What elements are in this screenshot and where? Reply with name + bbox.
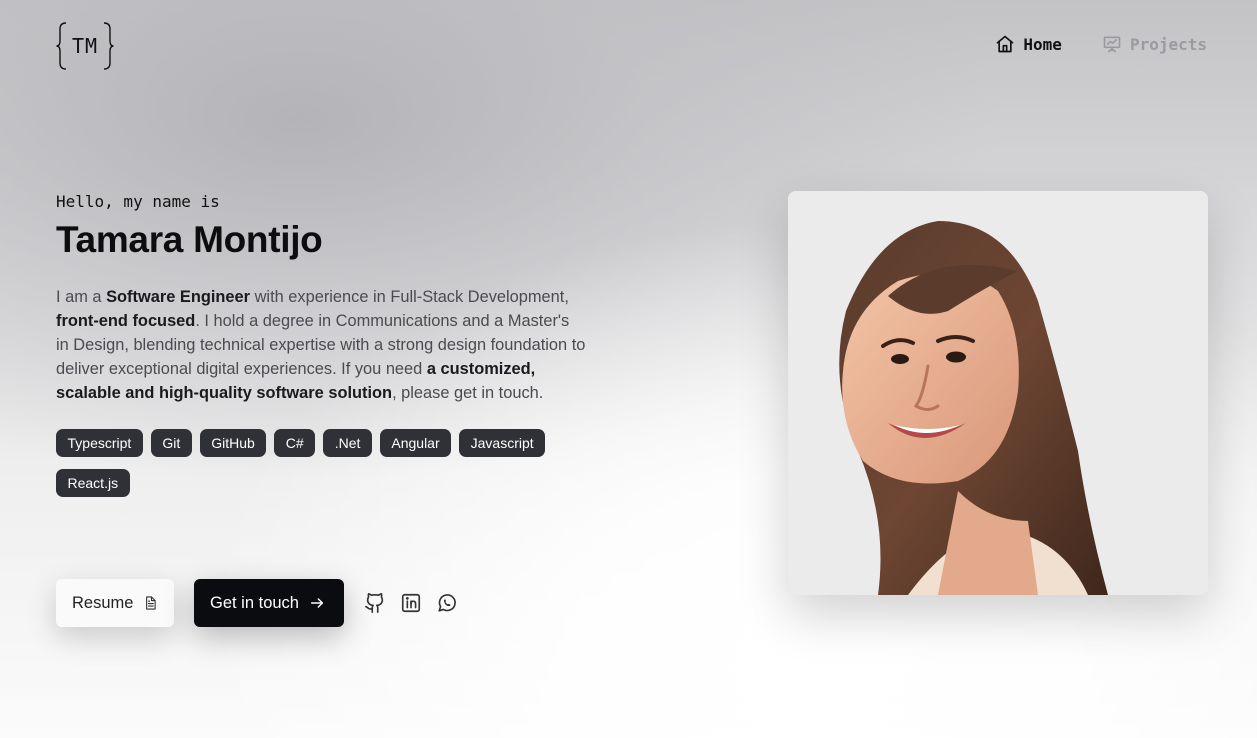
page-title: Tamara Montijo [56, 219, 323, 260]
portrait-illustration [788, 191, 1208, 595]
profile-photo [788, 191, 1208, 595]
home-icon [997, 35, 1014, 53]
linkedin-icon[interactable] [400, 592, 422, 614]
skill-tag: .Net [323, 429, 372, 457]
skill-tag: GitHub [199, 429, 267, 457]
social-links [364, 592, 458, 614]
github-icon[interactable] [364, 592, 386, 614]
skill-tag: React.js [56, 469, 130, 497]
bio-text: with experience in Full-Stack Developmen… [250, 288, 569, 306]
bio-text: I am a [56, 288, 107, 306]
greeting: Hello, my name is [56, 192, 220, 211]
get-in-touch-button[interactable]: Get in touch [194, 579, 344, 627]
presentation-icon [1103, 36, 1121, 53]
resume-label: Resume [72, 593, 134, 612]
skill-tag: Git [150, 429, 192, 457]
whatsapp-icon[interactable] [436, 592, 458, 614]
nav-projects-label: Projects [1129, 34, 1207, 54]
resume-button[interactable]: Resume [56, 579, 174, 627]
bio-paragraph: I am a Software Engineer with experience… [56, 285, 586, 405]
bio-text: , please get in touch. [392, 384, 544, 402]
nav-projects[interactable]: Projects [1102, 34, 1207, 54]
bio-highlight: Software Engineer [106, 288, 251, 306]
arrow-right-icon [310, 598, 324, 608]
bio-highlight: front-end focused [56, 312, 196, 330]
skill-tag: Typescript [56, 429, 143, 457]
document-icon [146, 596, 157, 610]
main-nav: Home Projects [995, 34, 1207, 54]
logo-text: TM [71, 34, 99, 58]
nav-home[interactable]: Home [995, 34, 1062, 54]
get-in-touch-label: Get in touch [210, 593, 299, 612]
nav-home-label: Home [1023, 34, 1062, 54]
hero-intro: Hello, my name is Tamara Montijo I am a … [56, 192, 596, 497]
skill-tag: Javascript [459, 429, 546, 457]
logo[interactable]: TM [56, 21, 114, 71]
hero-actions: Resume Get in touch [56, 579, 458, 627]
skill-tag: C# [274, 429, 316, 457]
skill-tag: Angular [379, 429, 452, 457]
skill-tags: Typescript Git GitHub C# .Net Angular Ja… [56, 429, 596, 497]
